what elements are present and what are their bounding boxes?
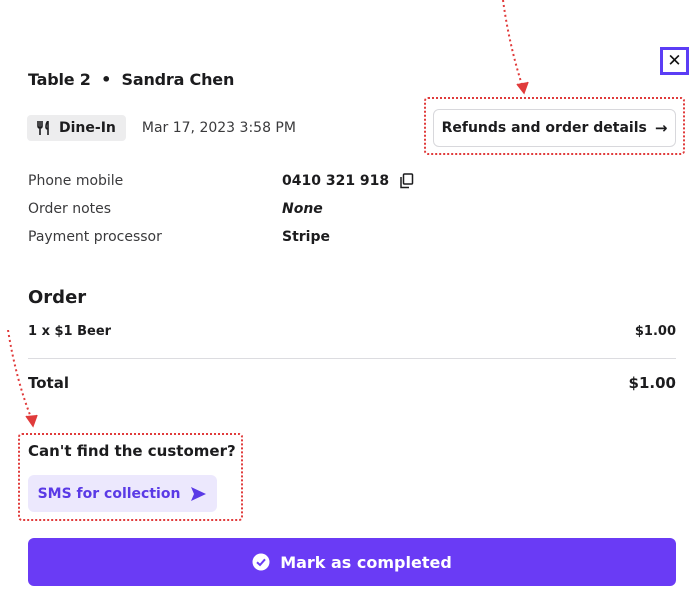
line-item-price: $1.00 [634,324,676,339]
customer-not-found-heading: Can't find the customer? [28,442,236,460]
order-type-badge: Dine-In [27,115,126,141]
complete-button-label: Mark as completed [280,552,452,572]
divider [28,358,676,359]
detail-label: Payment processor [28,229,162,245]
order-type-label: Dine-In [59,120,116,136]
fork-knife-icon [37,121,49,135]
annotation-arrow-refunds [502,0,529,95]
table-label: Table 2 [28,70,91,89]
order-date: Mar 17, 2023 3:58 PM [141,120,296,136]
order-heading: Order [28,287,87,308]
check-circle-icon [252,553,270,571]
detail-value-phone: 0410 321 918 [282,173,414,189]
list-item: 1 x $1 Beer $1.00 [28,324,676,339]
detail-row-notes: Order notes None [28,201,323,217]
detail-value-notes: None [282,201,323,217]
mark-as-completed-button[interactable]: Mark as completed [28,538,676,586]
sms-button-label: SMS for collection [37,485,181,502]
title-separator: • [101,70,112,89]
detail-label: Phone mobile [28,173,124,189]
detail-label: Order notes [28,201,112,217]
line-item-description: 1 x $1 Beer [28,324,112,339]
total-value: $1.00 [628,374,676,392]
page-title: Table 2 • Sandra Chen [28,70,234,89]
arrow-right-icon: → [654,119,668,137]
detail-row-payment: Payment processor Stripe [28,229,330,245]
send-icon [191,486,207,501]
phone-number: 0410 321 918 [282,173,390,189]
sms-for-collection-button[interactable]: SMS for collection [28,475,217,512]
order-meta: Dine-In Mar 17, 2023 3:58 PM [27,115,296,141]
refunds-order-details-button[interactable]: Refunds and order details → [433,109,676,147]
customer-name: Sandra Chen [121,70,235,89]
close-icon: ✕ [667,51,682,71]
total-label: Total [28,374,69,392]
copy-icon[interactable] [399,173,414,189]
detail-value-payment: Stripe [282,229,330,245]
refunds-button-label: Refunds and order details [441,120,647,136]
total-row: Total $1.00 [28,374,676,392]
detail-row-phone: Phone mobile 0410 321 918 [28,173,414,189]
close-button[interactable]: ✕ [660,47,689,75]
